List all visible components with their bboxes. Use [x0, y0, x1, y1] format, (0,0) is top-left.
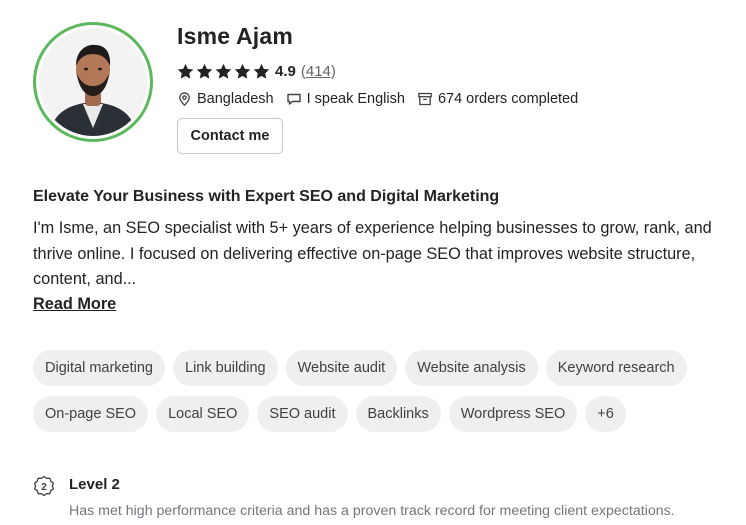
seller-meta: Bangladesh I speak English 674 orders co…: [177, 89, 590, 109]
more-skills-chip[interactable]: +6: [585, 396, 626, 432]
star-rating: [177, 63, 270, 80]
profile-headline: Elevate Your Business with Expert SEO an…: [33, 188, 500, 205]
chat-bubble-icon: [286, 93, 301, 105]
skill-chip[interactable]: Backlinks: [355, 396, 441, 432]
skill-chip[interactable]: On-page SEO: [33, 396, 149, 432]
languages: I speak English: [286, 91, 405, 107]
location-pin-icon: [179, 92, 190, 106]
level-badge-icon: 2: [33, 475, 55, 497]
rating-row: 4.9 (414): [177, 61, 336, 81]
contact-me-button[interactable]: Contact me: [177, 118, 283, 154]
skill-chip[interactable]: Keyword research: [545, 350, 687, 386]
skill-chip[interactable]: Website analysis: [405, 350, 538, 386]
rating-count-link[interactable]: (414): [301, 63, 336, 80]
archive-box-icon: [418, 92, 432, 106]
skill-chip[interactable]: SEO audit: [257, 396, 348, 432]
star-icon: [234, 63, 251, 79]
star-icon: [253, 63, 270, 79]
star-icon: [215, 63, 232, 79]
read-more-link[interactable]: Read More: [33, 295, 116, 314]
languages-text: I speak English: [306, 91, 405, 107]
orders: 674 orders completed: [417, 91, 578, 107]
rating-value: 4.9: [275, 62, 296, 80]
skills-list: Digital marketing Link building Website au…: [33, 350, 733, 432]
seller-name: Isme Ajam: [177, 23, 294, 49]
skill-chip[interactable]: Wordpress SEO: [448, 396, 578, 432]
avatar: [39, 28, 147, 136]
profile-bio: I'm Isme, an SEO specialist with 5+ year…: [33, 219, 712, 288]
orders-text: 674 orders completed: [437, 91, 579, 107]
skill-chip[interactable]: Digital marketing: [33, 350, 165, 386]
level-badge-number: 2: [41, 482, 47, 493]
star-icon: [196, 63, 213, 79]
skill-chip[interactable]: Local SEO: [156, 396, 250, 432]
location: Bangladesh: [177, 91, 274, 107]
skill-chip[interactable]: Link building: [173, 350, 278, 386]
avatar-image: [39, 28, 147, 136]
level-title: Level 2: [69, 476, 120, 493]
skill-chip[interactable]: Website audit: [285, 350, 398, 386]
location-text: Bangladesh: [197, 91, 274, 107]
avatar-ring: [33, 22, 153, 142]
level-description: Has met high performance criteria and ha…: [69, 503, 675, 519]
star-icon: [177, 63, 194, 79]
